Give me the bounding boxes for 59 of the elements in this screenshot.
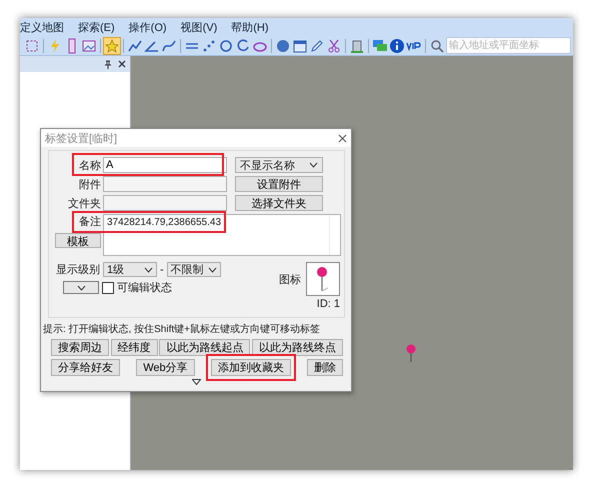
field-label: 名称 <box>78 158 101 172</box>
map-pin-icon[interactable] <box>406 344 416 362</box>
dialog-button[interactable]: 以此为路线终点 <box>252 339 343 356</box>
close-icon[interactable] <box>338 134 347 142</box>
circle-icon[interactable] <box>218 38 234 54</box>
level-select[interactable]: 不限制 <box>166 262 221 277</box>
dialog-button[interactable]: 设置附件 <box>235 176 323 192</box>
search-icon[interactable] <box>429 38 445 54</box>
note-field[interactable]: 37428214.79,2386655.43 <box>103 214 341 256</box>
polyline-icon[interactable] <box>127 38 143 54</box>
dots-icon[interactable] <box>201 38 217 54</box>
field-label: 附件 <box>78 178 101 192</box>
dialog-title: 标签设置[临时] <box>45 132 118 146</box>
dialog-button[interactable]: 分享给好友 <box>51 359 120 376</box>
dialog-button[interactable]: 删除 <box>306 359 343 376</box>
menu-item[interactable]: 帮助(H) <box>231 20 269 34</box>
name-display-select[interactable]: 不显示名称 <box>235 157 323 173</box>
chevron-icon <box>76 284 86 290</box>
pin-icon <box>316 266 330 292</box>
expand-button[interactable] <box>63 281 99 294</box>
star-marker-icon[interactable] <box>104 38 120 54</box>
hint-text: 提示: 打开编辑状态, 按住Shift键+鼠标左键或方向键可移动标签 <box>43 322 321 336</box>
template-button[interactable]: 模板 <box>55 233 101 248</box>
field-label: 文件夹 <box>67 196 101 210</box>
caret-icon <box>208 266 217 272</box>
range-separator: - <box>160 264 164 276</box>
scissors-icon[interactable] <box>326 38 342 54</box>
input-field[interactable]: A <box>103 157 227 173</box>
field-label: 备注 <box>79 214 101 229</box>
image-icon[interactable] <box>81 38 97 54</box>
field-label: 显示级别 <box>56 263 100 277</box>
select-rect-icon[interactable] <box>24 38 40 54</box>
dialog-button[interactable]: 以此为路线起点 <box>159 339 250 356</box>
caret-icon <box>144 266 153 272</box>
more-triangle-icon[interactable] <box>192 379 200 385</box>
id-text: ID: 1 <box>316 298 340 310</box>
close-icon[interactable] <box>118 60 126 68</box>
input-field[interactable] <box>103 195 227 211</box>
checkbox[interactable] <box>102 282 114 294</box>
arc-icon[interactable] <box>235 38 251 54</box>
checkbox-label: 可编辑状态 <box>117 280 172 295</box>
menu-item[interactable]: 操作(O) <box>128 20 167 34</box>
level-select[interactable]: 1级 <box>103 262 157 277</box>
pin-icon[interactable] <box>104 60 112 68</box>
input-field[interactable] <box>103 176 227 192</box>
info-icon[interactable] <box>389 38 405 54</box>
caret-icon <box>309 162 318 168</box>
menu-item[interactable]: 定义地图 <box>20 20 64 34</box>
search-field[interactable]: 输入地址或平面坐标 <box>446 37 571 54</box>
curve-icon[interactable] <box>161 38 177 54</box>
icon-picker[interactable] <box>306 262 340 296</box>
menu-item[interactable]: 视图(V) <box>180 20 218 34</box>
dialog-button[interactable]: 选择文件夹 <box>235 195 323 211</box>
field-label: 图标 <box>279 272 301 286</box>
dialog-button[interactable]: Web分享 <box>136 359 195 376</box>
dialog-button[interactable]: 经纬度 <box>110 339 158 356</box>
building-icon[interactable] <box>349 38 365 54</box>
dialog-button[interactable]: 搜索周边 <box>51 339 109 356</box>
menu-item[interactable]: 探索(E) <box>78 20 115 34</box>
